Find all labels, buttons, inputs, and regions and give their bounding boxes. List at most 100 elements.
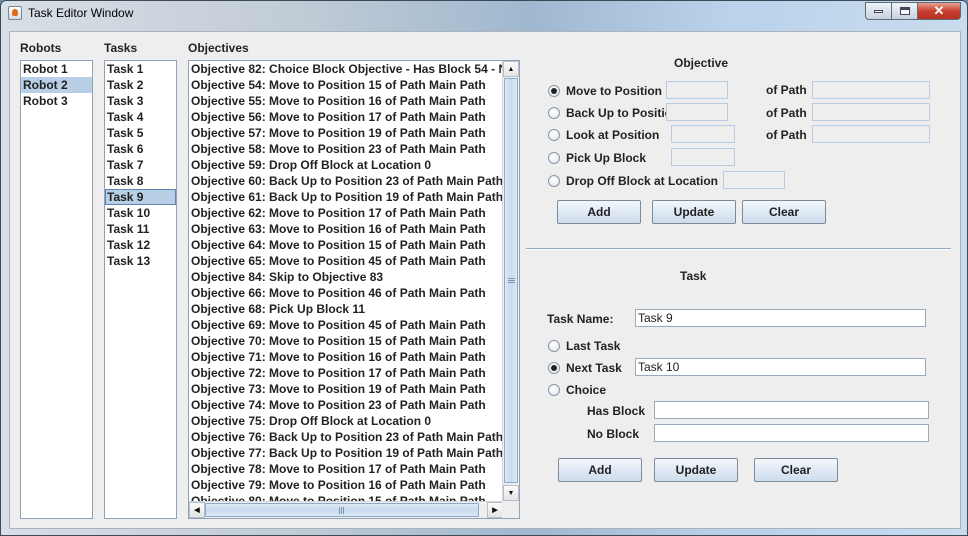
objective-clear-button[interactable]: Clear: [742, 200, 826, 224]
objective-list-item[interactable]: Objective 73: Move to Position 19 of Pat…: [189, 381, 503, 397]
task-list-item[interactable]: Task 4: [105, 109, 176, 125]
objective-list-item[interactable]: Objective 71: Move to Position 16 of Pat…: [189, 349, 503, 365]
objective-list-item[interactable]: Objective 63: Move to Position 16 of Pat…: [189, 221, 503, 237]
back-up-to-position-option[interactable]: Back Up to Position: [548, 106, 679, 120]
objective-list-item[interactable]: Objective 65: Move to Position 45 of Pat…: [189, 253, 503, 269]
scroll-left-button[interactable]: ◀: [189, 502, 205, 518]
robot-list-item[interactable]: Robot 3: [21, 93, 92, 109]
next-task-option[interactable]: Next Task: [548, 361, 622, 375]
objective-list-item[interactable]: Objective 55: Move to Position 16 of Pat…: [189, 93, 503, 109]
last-task-option[interactable]: Last Task: [548, 339, 620, 353]
objective-list-item[interactable]: Objective 57: Move to Position 19 of Pat…: [189, 125, 503, 141]
back-up-to-position-radio[interactable]: [548, 107, 560, 119]
objective-list-item[interactable]: Objective 62: Move to Position 17 of Pat…: [189, 205, 503, 221]
vertical-scroll-thumb[interactable]: [504, 78, 518, 483]
last-task-radio[interactable]: [548, 340, 560, 352]
has-block-field[interactable]: [654, 401, 929, 419]
objective-list-item[interactable]: Objective 74: Move to Position 23 of Pat…: [189, 397, 503, 413]
task-list-item[interactable]: Task 10: [105, 205, 176, 221]
objective-list-item[interactable]: Objective 66: Move to Position 46 of Pat…: [189, 285, 503, 301]
objective-list-item[interactable]: Objective 70: Move to Position 15 of Pat…: [189, 333, 503, 349]
objective-list-item[interactable]: Objective 79: Move to Position 16 of Pat…: [189, 477, 503, 493]
tasks-list[interactable]: Task 1 Task 2 Task 3 Task 4 Task 5 Task 6 Task…: [104, 60, 177, 519]
next-task-radio[interactable]: [548, 362, 560, 374]
move-to-position-option[interactable]: Move to Position: [548, 84, 662, 98]
task-list-item[interactable]: Task 5: [105, 125, 176, 141]
pick-up-block-option[interactable]: Pick Up Block: [548, 151, 646, 165]
objective-add-button[interactable]: Add: [557, 200, 641, 224]
task-list-item[interactable]: Task 6: [105, 141, 176, 157]
task-list-item[interactable]: Task 7: [105, 157, 176, 173]
horizontal-scroll-thumb[interactable]: [205, 503, 479, 517]
drop-off-location-field[interactable]: [723, 171, 785, 189]
back-up-path-field[interactable]: [812, 103, 930, 121]
robot-list-item[interactable]: Robot 1: [21, 61, 92, 77]
horizontal-scrollbar[interactable]: ◀ ▶: [189, 501, 503, 518]
task-update-button[interactable]: Update: [654, 458, 738, 482]
objective-list-item[interactable]: Objective 82: Choice Block Objective - H…: [189, 61, 503, 77]
pick-up-block-radio[interactable]: [548, 152, 560, 164]
look-at-position-field[interactable]: [671, 125, 735, 143]
task-list-item[interactable]: Task 8: [105, 173, 176, 189]
no-block-label: No Block: [587, 427, 640, 441]
objectives-viewport[interactable]: Objective 82: Choice Block Objective - H…: [189, 61, 503, 501]
task-list-item[interactable]: Task 3: [105, 93, 176, 109]
choice-radio[interactable]: [548, 384, 560, 396]
drop-off-block-radio[interactable]: [548, 175, 560, 187]
objective-list-item[interactable]: Objective 77: Back Up to Position 19 of …: [189, 445, 503, 461]
move-to-position-field[interactable]: [666, 81, 728, 99]
task-list-item[interactable]: Task 2: [105, 77, 176, 93]
client-area: Robots Tasks Objectives Robot 1 Robot 2 Ro…: [9, 31, 961, 529]
task-name-field[interactable]: Task 9: [635, 309, 926, 327]
task-clear-button[interactable]: Clear: [754, 458, 838, 482]
objective-list-item[interactable]: Objective 54: Move to Position 15 of Pat…: [189, 77, 503, 93]
task-list-item[interactable]: Task 11: [105, 221, 176, 237]
maximize-button[interactable]: [891, 2, 917, 20]
task-list-item[interactable]: Task 9: [105, 189, 176, 205]
objective-list-item[interactable]: Objective 60: Back Up to Position 23 of …: [189, 173, 503, 189]
objective-section-title: Objective: [674, 56, 729, 70]
objective-list-item[interactable]: Objective 64: Move to Position 15 of Pat…: [189, 237, 503, 253]
minimize-button[interactable]: [865, 2, 891, 20]
objective-update-button[interactable]: Update: [652, 200, 736, 224]
move-path-field[interactable]: [812, 81, 930, 99]
look-at-position-option[interactable]: Look at Position: [548, 128, 659, 142]
objectives-list[interactable]: Objective 82: Choice Block Objective - H…: [188, 60, 520, 519]
next-task-field[interactable]: Task 10: [635, 358, 926, 376]
scroll-up-button[interactable]: ▲: [503, 61, 519, 77]
move-to-position-label: Move to Position: [566, 84, 662, 98]
objective-list-item[interactable]: Objective 58: Move to Position 23 of Pat…: [189, 141, 503, 157]
choice-option[interactable]: Choice: [548, 383, 606, 397]
task-list-item[interactable]: Task 12: [105, 237, 176, 253]
objective-list-item[interactable]: Objective 68: Pick Up Block 11: [189, 301, 503, 317]
objective-list-item[interactable]: Objective 80: Move to Position 15 of Pat…: [189, 493, 503, 501]
pick-up-block-field[interactable]: [671, 148, 735, 166]
task-add-button[interactable]: Add: [558, 458, 642, 482]
scroll-right-button[interactable]: ▶: [487, 502, 503, 518]
objective-list-item[interactable]: Objective 56: Move to Position 17 of Pat…: [189, 109, 503, 125]
task-list-item[interactable]: Task 1: [105, 61, 176, 77]
drop-off-block-option[interactable]: Drop Off Block at Location: [548, 174, 718, 188]
objective-list-item[interactable]: Objective 59: Drop Off Block at Location…: [189, 157, 503, 173]
task-list-item[interactable]: Task 13: [105, 253, 176, 269]
no-block-field[interactable]: [654, 424, 929, 442]
objective-list-item[interactable]: Objective 75: Drop Off Block at Location…: [189, 413, 503, 429]
objective-list-item[interactable]: Objective 84: Skip to Objective 83: [189, 269, 503, 285]
look-at-position-radio[interactable]: [548, 129, 560, 141]
arrow-down-icon: ▼: [507, 489, 515, 497]
objective-list-item[interactable]: Objective 78: Move to Position 17 of Pat…: [189, 461, 503, 477]
task-section-title: Task: [680, 269, 707, 283]
back-up-position-field[interactable]: [666, 103, 728, 121]
objective-list-item[interactable]: Objective 76: Back Up to Position 23 of …: [189, 429, 503, 445]
objective-list-item[interactable]: Objective 61: Back Up to Position 19 of …: [189, 189, 503, 205]
robot-list-item[interactable]: Robot 2: [21, 77, 92, 93]
scroll-down-button[interactable]: ▼: [503, 485, 519, 501]
title-bar[interactable]: Task Editor Window ✕: [1, 1, 967, 25]
objective-list-item[interactable]: Objective 72: Move to Position 17 of Pat…: [189, 365, 503, 381]
objective-list-item[interactable]: Objective 69: Move to Position 45 of Pat…: [189, 317, 503, 333]
vertical-scrollbar[interactable]: ▲ ▼: [502, 61, 519, 501]
move-to-position-radio[interactable]: [548, 85, 560, 97]
close-button[interactable]: ✕: [917, 2, 961, 20]
robots-list[interactable]: Robot 1 Robot 2 Robot 3: [20, 60, 93, 519]
look-at-path-field[interactable]: [812, 125, 930, 143]
